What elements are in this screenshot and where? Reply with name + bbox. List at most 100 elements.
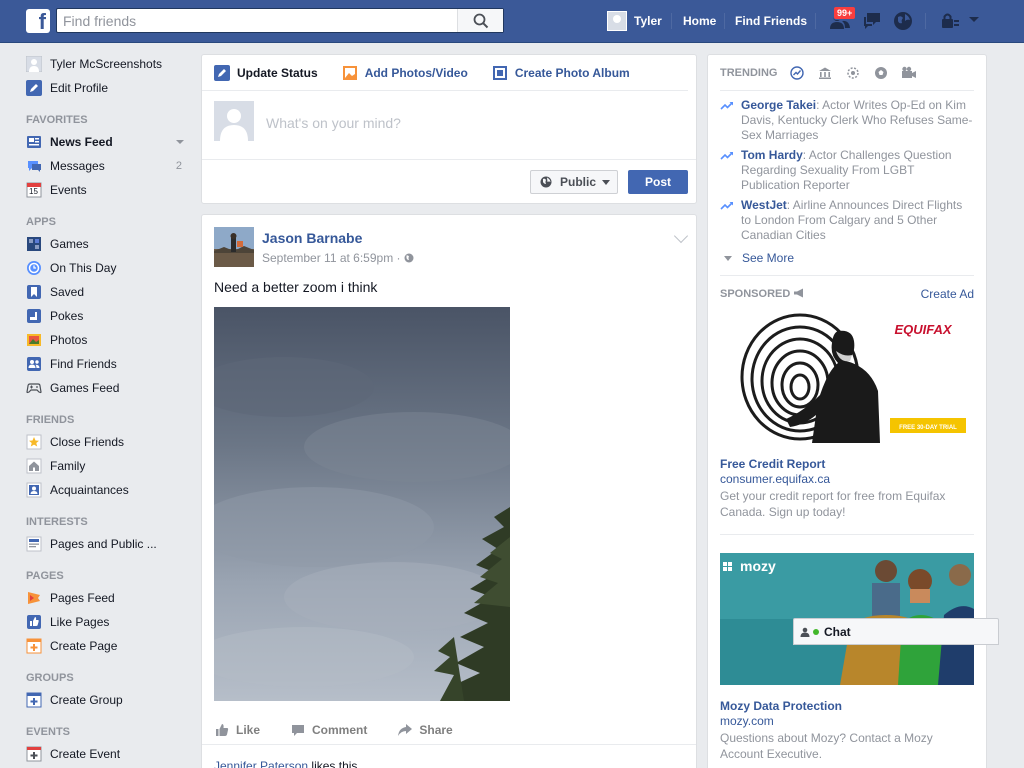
search-input[interactable]: [57, 9, 457, 32]
section-heading-friends[interactable]: FRIENDS: [26, 410, 196, 430]
sidebar-item-saved[interactable]: Saved: [26, 280, 196, 304]
sidebar-item-games-feed[interactable]: Games Feed: [26, 376, 196, 400]
chat-label: Chat: [824, 624, 851, 639]
sidebar-item-label: Tyler McScreenshots: [50, 57, 163, 71]
trending-science-icon[interactable]: [845, 65, 861, 81]
section-heading-pages[interactable]: PAGES: [26, 566, 196, 586]
post-options-chevron-down-icon[interactable]: [673, 228, 689, 244]
section-heading-events[interactable]: EVENTS: [26, 722, 196, 742]
sidebar-item-create-group[interactable]: Create Group: [26, 688, 196, 712]
trending-arrow-icon: [720, 152, 733, 160]
create-group-icon: [26, 692, 42, 708]
user-name: Tyler: [634, 14, 662, 28]
sidebar-item-find-friends[interactable]: Find Friends: [26, 352, 196, 376]
post-message: Need a better zoom i think: [214, 279, 378, 295]
sidebar-item-label: Events: [50, 183, 87, 197]
trending-sports-icon[interactable]: [873, 65, 889, 81]
section-heading-groups[interactable]: GROUPS: [26, 668, 196, 688]
privacy-selector[interactable]: Public: [530, 170, 618, 194]
post-photo[interactable]: [214, 307, 510, 701]
like-pages-icon: [26, 614, 42, 630]
sidebar-item-family[interactable]: Family: [26, 454, 196, 478]
sidebar-item-messages[interactable]: Messages 2: [26, 154, 196, 178]
sidebar-item-label: Photos: [50, 333, 88, 347]
tab-label: Create Photo Album: [514, 65, 630, 80]
trending-entertainment-icon[interactable]: [901, 65, 917, 81]
sidebar-item-pages-and-public[interactable]: Pages and Public ...: [26, 532, 196, 556]
sidebar-item-create-page[interactable]: Create Page: [26, 634, 196, 658]
author-avatar[interactable]: [214, 227, 254, 267]
section-heading-favorites[interactable]: FAVORITES: [26, 110, 196, 130]
family-icon: [26, 458, 42, 474]
post-action-bar: Like Comment Share: [202, 715, 696, 745]
share-icon: [398, 723, 413, 736]
like-button[interactable]: Like: [214, 722, 260, 738]
privacy-shortcuts-icon[interactable]: [939, 10, 961, 32]
trending-item[interactable]: George Takei: Actor Writes Op-Ed on Kim …: [720, 98, 974, 143]
sidebar-item-acquaintances[interactable]: Acquaintances: [26, 478, 196, 502]
post-timestamp[interactable]: September 11 at 6:59pm ·: [262, 251, 414, 265]
create-ad-link[interactable]: Create Ad: [921, 287, 974, 301]
section-heading-apps[interactable]: APPS: [26, 212, 196, 232]
section-heading-interests[interactable]: INTERESTS: [26, 512, 196, 532]
facebook-logo[interactable]: f: [26, 9, 50, 33]
globe-notifications-icon[interactable]: [892, 10, 914, 32]
sidebar-item-label: Create Group: [50, 693, 123, 707]
pages-feed-icon: [26, 590, 42, 606]
status-input[interactable]: What's on your mind?: [266, 115, 401, 131]
account-menu-chevron-down-icon[interactable]: [968, 16, 980, 24]
profile-link[interactable]: Tyler: [607, 10, 662, 32]
ad-title[interactable]: Free Credit Report: [720, 457, 974, 471]
tab-create-photo-album[interactable]: Create Photo Album: [492, 65, 630, 81]
sidebar-item-edit-profile[interactable]: Edit Profile: [26, 76, 196, 100]
equifax-logo-text: EQUIFAX: [894, 322, 952, 337]
liker-link[interactable]: Jennifer Paterson: [214, 759, 308, 768]
trending-top-icon[interactable]: [789, 65, 805, 81]
trending-politics-icon[interactable]: [817, 65, 833, 81]
sidebar-item-news-feed[interactable]: News Feed: [26, 130, 196, 154]
post-button[interactable]: Post: [628, 170, 688, 194]
chevron-down-icon[interactable]: [176, 140, 184, 144]
likes-suffix: likes this.: [308, 759, 361, 768]
sidebar-item-pokes[interactable]: Pokes: [26, 304, 196, 328]
like-label: Like: [236, 722, 261, 737]
ad-url[interactable]: mozy.com: [720, 714, 974, 728]
sidebar-item-close-friends[interactable]: Close Friends: [26, 430, 196, 454]
trending-item[interactable]: WestJet: Airline Announces Direct Flight…: [720, 198, 974, 243]
see-more-link[interactable]: See More: [720, 249, 974, 267]
globe-icon: [404, 253, 414, 263]
sidebar-item-games[interactable]: Games: [26, 232, 196, 256]
comment-button[interactable]: Comment: [290, 722, 367, 738]
messages-jewel-icon[interactable]: [861, 10, 883, 32]
sidebar-item-profile[interactable]: Tyler McScreenshots: [26, 52, 196, 76]
sidebar-item-label: Like Pages: [50, 615, 110, 629]
ad-url[interactable]: consumer.equifax.ca: [720, 472, 974, 486]
sidebar-item-events[interactable]: 15 Events: [26, 178, 196, 202]
sidebar-item-like-pages[interactable]: Like Pages: [26, 610, 196, 634]
author-name[interactable]: Jason Barnabe: [262, 230, 362, 246]
chat-tab[interactable]: Chat: [793, 618, 999, 645]
tab-update-status[interactable]: Update Status: [214, 64, 318, 81]
pencil-icon: [26, 80, 42, 96]
create-page-icon: [26, 638, 42, 654]
sidebar-item-create-event[interactable]: Create Event: [26, 742, 196, 766]
sidebar-item-on-this-day[interactable]: On This Day: [26, 256, 196, 280]
sidebar-item-label: Family: [50, 459, 86, 473]
unread-count: 2: [175, 160, 182, 172]
tab-add-photos-video[interactable]: Add Photos/Video: [342, 65, 468, 81]
trending-item[interactable]: Tom Hardy: Actor Challenges Question Reg…: [720, 148, 974, 193]
ad-image-equifax[interactable]: EQUIFAX FREE 30-DAY TRIAL: [720, 311, 974, 443]
share-button[interactable]: Share: [397, 722, 453, 738]
ad-title[interactable]: Mozy Data Protection: [720, 699, 974, 713]
saved-icon: [26, 284, 42, 300]
find-friends-link[interactable]: Find Friends: [735, 14, 807, 28]
trending-topic: Tom Hardy: [741, 148, 803, 162]
nav-divider: [671, 13, 672, 29]
sidebar-item-pages-feed[interactable]: Pages Feed: [26, 586, 196, 610]
composer-tabs: Update Status Add Photos/Video Create Ph…: [202, 55, 688, 91]
star-icon: [26, 434, 42, 450]
search-button[interactable]: [457, 9, 503, 32]
nav-divider: [815, 13, 816, 29]
sidebar-item-photos[interactable]: Photos: [26, 328, 196, 352]
home-link[interactable]: Home: [683, 14, 716, 28]
